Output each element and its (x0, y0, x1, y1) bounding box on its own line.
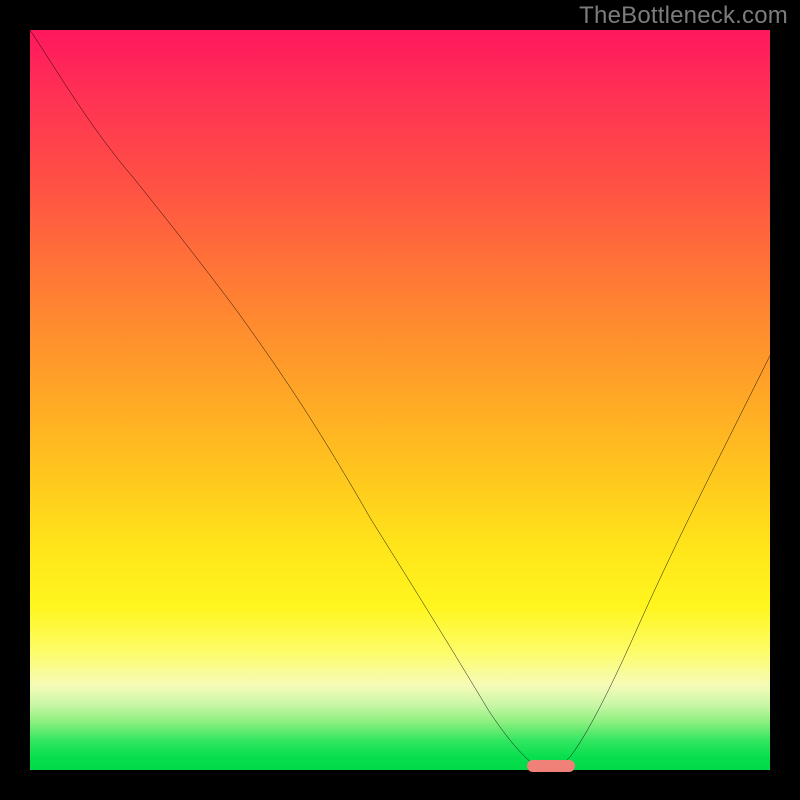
plot-area (30, 30, 770, 770)
optimal-range-marker (527, 760, 574, 772)
bottleneck-chart: TheBottleneck.com (0, 0, 800, 800)
curve-path (30, 30, 770, 770)
watermark-text: TheBottleneck.com (579, 2, 788, 30)
bottleneck-curve (30, 30, 770, 770)
